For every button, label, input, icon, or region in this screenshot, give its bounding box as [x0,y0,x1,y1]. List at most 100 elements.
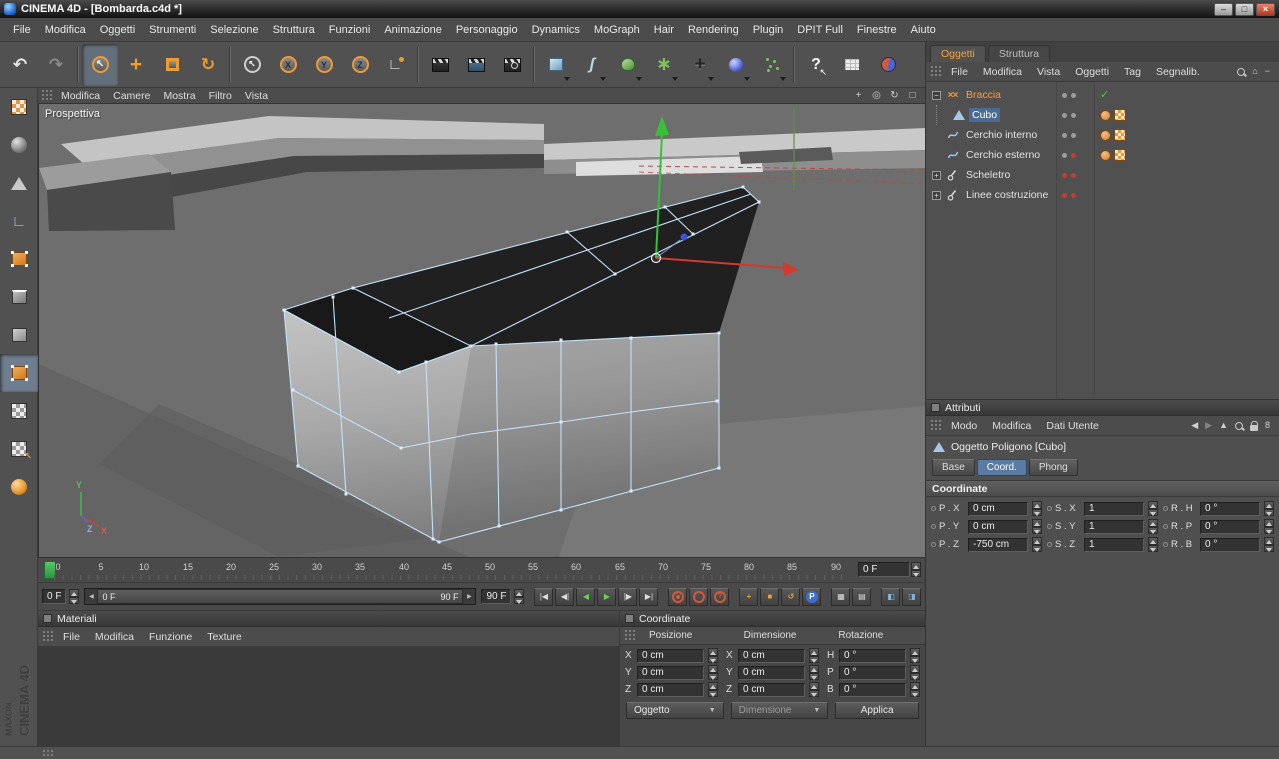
dim-x-spinner[interactable] [809,648,819,663]
make-editable-button[interactable] [0,88,38,126]
slider-right-cap[interactable]: ▶ [463,589,475,604]
vp-menu-mostra[interactable]: Mostra [157,89,201,103]
range-end-spinner[interactable] [514,589,524,604]
materials-list-area[interactable] [38,647,619,746]
py-field[interactable]: 0 cm [968,520,1028,534]
key-bullet-icon[interactable] [931,506,936,511]
current-frame-marker[interactable] [44,561,56,579]
search-icon[interactable] [1237,68,1245,76]
om-menu-modifica[interactable]: Modifica [976,64,1029,80]
move-button[interactable]: + [118,44,154,86]
vp-menu-modifica[interactable]: Modifica [55,89,106,103]
visibility-dots[interactable] [1062,133,1076,138]
selection-tag-icon[interactable] [1100,130,1111,141]
render-settings-button[interactable] [494,44,530,86]
coordinate-system-button[interactable]: ∟ [378,44,414,86]
rotate-button[interactable]: ↻ [190,44,226,86]
rot-p-spinner[interactable] [910,665,920,680]
rb-field[interactable]: 0 ° [1200,538,1260,552]
om-menu-vista[interactable]: Vista [1030,64,1067,80]
online-resources-button[interactable] [870,44,906,86]
vp-menu-vista[interactable]: Vista [239,89,274,103]
menu-mograph[interactable]: MoGraph [587,20,647,40]
panel-grip[interactable] [42,630,53,643]
redo-button[interactable]: ↷ [38,44,74,86]
sy-field[interactable]: 1 [1084,520,1144,534]
snap-settings-button[interactable] [0,468,38,506]
panel-grip[interactable] [41,89,52,102]
polygons-mode-button[interactable] [0,316,38,354]
slider-left-cap[interactable]: ◀ [85,589,97,604]
current-frame-field[interactable]: 0 F [858,562,910,577]
goto-end-button[interactable]: ▶| [639,588,658,606]
add-environment-button[interactable] [718,44,754,86]
rotate-view-icon[interactable]: ↻ [887,89,902,102]
key-bullet-icon[interactable] [1047,506,1052,511]
key-bullet-icon[interactable] [1047,524,1052,529]
menu-strumenti[interactable]: Strumenti [142,20,203,40]
lock-icon[interactable] [1250,425,1258,431]
minimize-button[interactable]: – [1214,3,1233,16]
dim-y-spinner[interactable] [809,665,819,680]
key-rotation-toggle[interactable]: ↺ [781,588,800,606]
attr-menu-dati-utente[interactable]: Dati Utente [1039,418,1106,434]
zoom-view-icon[interactable]: ◎ [869,89,884,102]
menu-selezione[interactable]: Selezione [203,20,265,40]
menu-animazione[interactable]: Animazione [377,20,448,40]
lock-y-button[interactable]: Y [306,44,342,86]
pz-spinner[interactable] [1032,537,1042,552]
attr-menu-modo[interactable]: Modo [944,418,984,434]
selection-tag-icon[interactable] [1100,110,1111,121]
visibility-dots[interactable] [1062,153,1076,158]
scale-button[interactable] [154,44,190,86]
dim-z-field[interactable]: 0 cm [738,683,805,697]
om-menu-tag[interactable]: Tag [1117,64,1148,80]
key-bullet-icon[interactable] [931,524,936,529]
dim-z-spinner[interactable] [809,682,819,697]
section-coordinate[interactable]: Coordinate [926,480,1279,497]
home-icon[interactable]: ⌂ [1252,67,1257,76]
range-start-spinner[interactable] [69,589,79,604]
sx-field[interactable]: 1 [1084,502,1144,516]
key-bullet-icon[interactable] [1163,506,1168,511]
parent-object-icon[interactable]: ▲ [1219,421,1228,430]
menu-finestre[interactable]: Finestre [850,20,904,40]
materials-menu-file[interactable]: File [56,629,87,645]
key-parameter-toggle[interactable]: P [802,588,821,606]
uv-mode-button[interactable]: ↖ [0,430,38,468]
menu-modifica[interactable]: Modifica [38,20,93,40]
panel-grip[interactable] [930,419,941,432]
lock-x-button[interactable]: X [270,44,306,86]
object-dropdown[interactable]: Oggetto▼ [626,702,724,719]
pos-z-field[interactable]: 0 cm [637,683,704,697]
object-axis-mode-button[interactable]: ∟ [0,202,38,240]
record-keyframe-button[interactable] [668,588,687,606]
dim-x-field[interactable]: 0 cm [738,649,805,663]
menu-funzioni[interactable]: Funzioni [322,20,378,40]
key-bullet-icon[interactable] [1163,542,1168,547]
history-back-icon[interactable]: ◀ [1191,421,1198,430]
menu-oggetti[interactable]: Oggetti [93,20,142,40]
sz-field[interactable]: 1 [1084,538,1144,552]
previous-key-button[interactable]: ◀| [555,588,574,606]
vp-menu-camere[interactable]: Camere [107,89,156,103]
expand-box-icon[interactable]: + [932,171,941,180]
tree-item-cerchio-esterno[interactable]: Cerchio esterno [926,145,1279,165]
range-end-field[interactable]: 90 F [481,589,511,604]
rot-p-field[interactable]: 0 ° [839,666,906,680]
menu-aiuto[interactable]: Aiuto [904,20,943,40]
content-browser-button[interactable] [834,44,870,86]
tree-item-scheletro[interactable]: + Scheletro [926,165,1279,185]
key-filter-button[interactable]: ▤ [852,588,871,606]
add-spline-button[interactable]: ʃ [574,44,610,86]
timeline-ruler[interactable]: 0 5 10 15 20 25 30 35 40 45 50 55 60 65 … [38,557,925,583]
goto-start-button[interactable]: |◀ [534,588,553,606]
visibility-dots[interactable] [1062,93,1076,98]
add-nurbs-button[interactable] [610,44,646,86]
panel-grip[interactable] [930,65,941,78]
render-active-view-button[interactable] [458,44,494,86]
enabled-check-icon[interactable]: ✓ [1100,90,1109,101]
tab-base[interactable]: Base [932,459,975,476]
om-menu-oggetti[interactable]: Oggetti [1068,64,1116,80]
menu-personaggio[interactable]: Personaggio [449,20,525,40]
